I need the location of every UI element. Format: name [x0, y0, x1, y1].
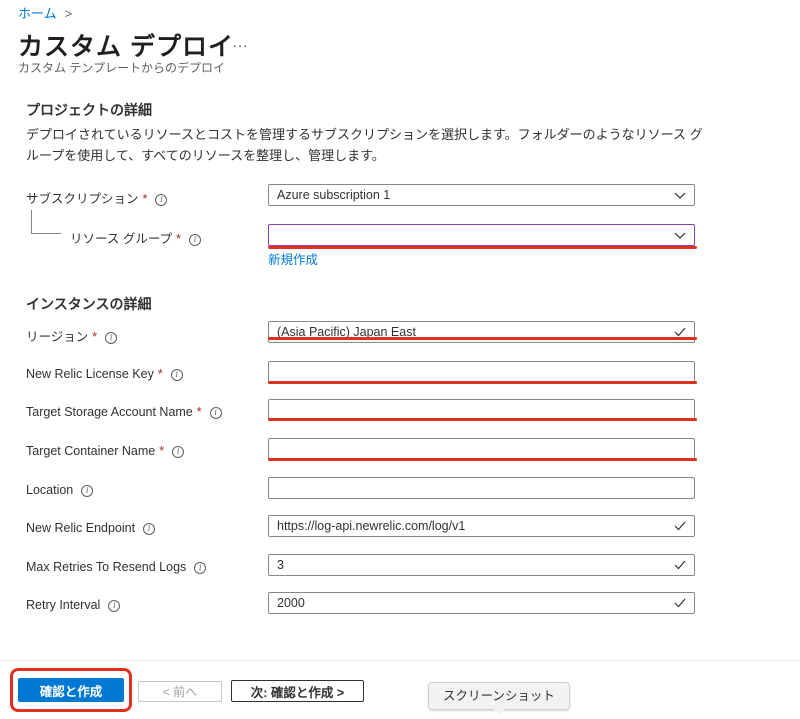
tree-connector-vertical	[31, 210, 32, 233]
required-marker: *	[196, 405, 202, 419]
checkmark-icon	[674, 521, 686, 531]
endpoint-value: https://log-api.newrelic.com/log/v1	[277, 519, 466, 533]
max-retries-value: 3	[277, 558, 284, 572]
previous-button[interactable]: < 前へ	[138, 681, 222, 702]
more-options-icon[interactable]: …	[232, 34, 249, 52]
region-label-text: リージョン	[26, 330, 89, 344]
subscription-label: サブスクリプション * i	[26, 188, 168, 207]
instance-details-heading: インスタンスの詳細	[26, 296, 152, 312]
highlight-underline	[268, 337, 697, 340]
endpoint-label-text: New Relic Endpoint	[26, 521, 136, 535]
resource-group-dropdown[interactable]	[268, 224, 695, 246]
info-icon[interactable]: i	[143, 523, 156, 535]
info-icon[interactable]: i	[108, 600, 121, 612]
retry-interval-input[interactable]: 2000	[268, 592, 695, 614]
create-new-resource-group-link[interactable]: 新規作成	[268, 249, 318, 268]
retry-interval-label-text: Retry Interval	[26, 598, 101, 612]
max-retries-label-text: Max Retries To Resend Logs	[26, 560, 187, 574]
info-icon[interactable]: i	[170, 369, 183, 381]
highlight-underline	[268, 458, 697, 461]
info-icon[interactable]: i	[194, 562, 207, 574]
required-marker: *	[159, 444, 165, 458]
checkmark-icon	[674, 560, 686, 570]
container-name-label: Target Container Name * i	[26, 444, 185, 458]
location-input[interactable]	[268, 477, 695, 499]
highlight-underline	[268, 246, 697, 249]
info-icon[interactable]: i	[105, 332, 118, 344]
breadcrumb: ホーム >	[18, 3, 72, 22]
license-key-label-text: New Relic License Key	[26, 367, 154, 381]
info-icon[interactable]: i	[172, 446, 185, 458]
retry-interval-label: Retry Interval i	[26, 598, 121, 612]
breadcrumb-separator: >	[64, 6, 73, 21]
max-retries-label: Max Retries To Resend Logs i	[26, 560, 207, 574]
project-description: デプロイされているリソースとコストを管理するサブスクリプションを選択します。フォ…	[26, 127, 703, 163]
license-key-input[interactable]	[268, 361, 695, 383]
endpoint-label: New Relic Endpoint i	[26, 521, 156, 535]
retry-interval-value: 2000	[277, 596, 305, 610]
chevron-down-icon	[674, 192, 686, 199]
next-button[interactable]: 次: 確認と作成 >	[231, 680, 364, 702]
info-icon[interactable]: i	[81, 485, 94, 497]
location-label-text: Location	[26, 483, 74, 497]
container-name-input[interactable]	[268, 438, 695, 460]
max-retries-input[interactable]: 3	[268, 554, 695, 576]
checkmark-icon	[674, 598, 686, 608]
project-details-heading: プロジェクトの詳細	[26, 102, 152, 118]
review-create-button[interactable]: 確認と作成	[18, 678, 124, 702]
resource-group-label: リソース グループ * i	[70, 228, 201, 247]
required-marker: *	[176, 232, 181, 246]
info-icon[interactable]: i	[155, 194, 168, 206]
endpoint-input[interactable]: https://log-api.newrelic.com/log/v1	[268, 515, 695, 537]
required-marker: *	[157, 367, 163, 381]
region-label: リージョン * i	[26, 326, 118, 345]
required-marker: *	[142, 192, 148, 206]
breadcrumb-home-link[interactable]: ホーム	[18, 6, 57, 21]
storage-account-label: Target Storage Account Name * i	[26, 405, 222, 419]
highlight-underline	[268, 381, 697, 384]
page-subtitle: カスタム テンプレートからのデプロイ	[18, 61, 225, 75]
resource-group-label-text: リソース グループ	[70, 232, 173, 246]
screenshot-tooltip: スクリーンショット	[428, 682, 570, 710]
info-icon[interactable]: i	[188, 234, 201, 246]
highlight-underline	[268, 418, 697, 421]
subscription-dropdown[interactable]: Azure subscription 1	[268, 184, 695, 206]
tooltip-arrow	[492, 708, 506, 715]
subscription-value: Azure subscription 1	[277, 188, 391, 202]
tree-connector-horizontal	[31, 233, 61, 234]
page-title: カスタム デプロイ	[18, 33, 234, 61]
location-label: Location i	[26, 483, 94, 497]
chevron-down-icon	[674, 232, 686, 239]
storage-account-label-text: Target Storage Account Name	[26, 405, 193, 419]
subscription-label-text: サブスクリプション	[26, 192, 139, 206]
container-name-label-text: Target Container Name	[26, 444, 156, 458]
license-key-label: New Relic License Key * i	[26, 367, 183, 381]
required-marker: *	[92, 330, 98, 344]
info-icon[interactable]: i	[209, 407, 222, 419]
